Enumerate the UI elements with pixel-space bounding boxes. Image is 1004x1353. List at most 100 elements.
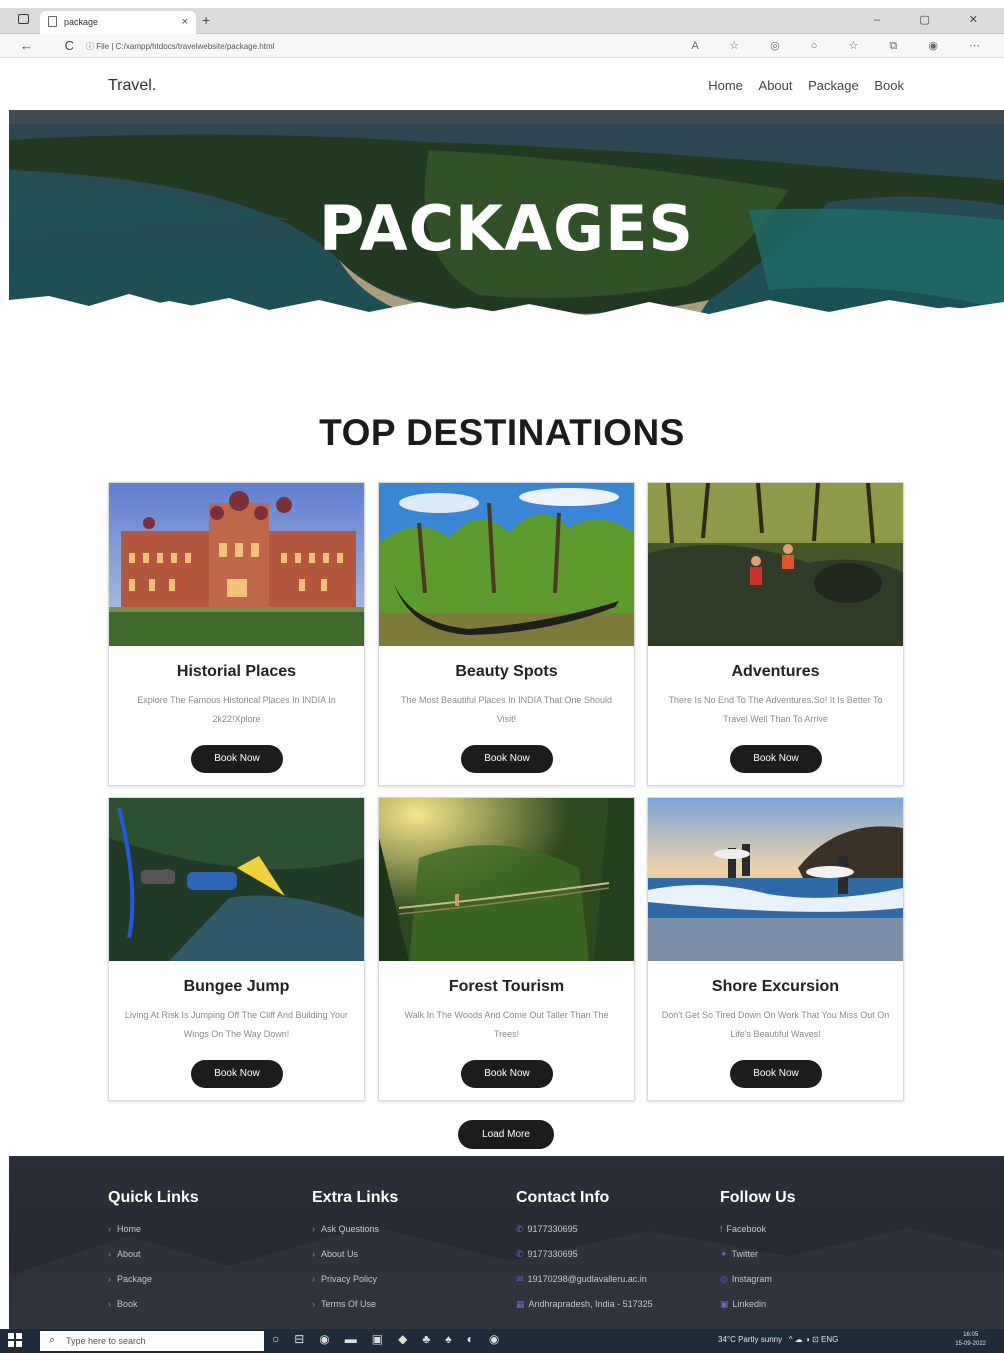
- link-label[interactable]: Privacy Policy: [321, 1274, 377, 1284]
- contact-address: ▦ Andhrapradesh, India - 517325: [516, 1292, 653, 1317]
- tray-icons[interactable]: ^ ☁ ◑ ⊡ ENG: [789, 1335, 839, 1344]
- footer-link-ask-questions[interactable]: › Ask Questions: [312, 1217, 398, 1242]
- chevron-right-icon: ›: [108, 1224, 111, 1234]
- package-card-forest: Forest Tourism Walk In The Woods And Com…: [378, 797, 635, 1101]
- chevron-right-icon: ›: [312, 1249, 315, 1259]
- nav-about[interactable]: About: [759, 78, 793, 93]
- card-description: There Is No End To The Adventures.So! It…: [668, 695, 883, 724]
- card-title: Adventures: [731, 663, 820, 680]
- link-label[interactable]: Book: [117, 1299, 138, 1309]
- link-label[interactable]: Terms Of Use: [321, 1299, 376, 1309]
- taskbar-clock[interactable]: 16:05 15-09-2022: [955, 1331, 986, 1349]
- chevron-right-icon: ›: [108, 1299, 111, 1309]
- package-card-historical: Historial Places Explore The Famous Hist…: [108, 482, 365, 786]
- contact-text[interactable]: 19170298@gudlavalleru.ac.in: [528, 1274, 647, 1284]
- footer-link-home[interactable]: › Home: [108, 1217, 199, 1242]
- hero-banner: PACKAGES: [9, 110, 1004, 355]
- url-text[interactable]: C:/xampp/htdocs/travelwebsite/package.ht…: [116, 42, 275, 51]
- footer-link-book[interactable]: › Book: [108, 1292, 199, 1317]
- card-description: Don't Get So Tired Down On Work That You…: [661, 1010, 890, 1039]
- new-tab-button[interactable]: +: [202, 12, 210, 28]
- search-placeholder: Type here to search: [66, 1336, 146, 1346]
- browser-tab-bar: package × + – ▢ ✕: [0, 8, 1004, 34]
- nav-package[interactable]: Package: [808, 78, 859, 93]
- link-label[interactable]: Facebook: [727, 1224, 767, 1234]
- extra-links-title: Extra Links: [312, 1189, 399, 1206]
- nav-book[interactable]: Book: [874, 78, 904, 93]
- windows-start-icon[interactable]: [8, 1333, 22, 1347]
- contact-text[interactable]: 9177330695: [528, 1249, 578, 1259]
- footer-link-about-us[interactable]: › About Us: [312, 1242, 398, 1267]
- url-field[interactable]: ⓘ File | C:/xampp/htdocs/travelwebsite/p…: [86, 41, 274, 52]
- nav-home[interactable]: Home: [708, 78, 743, 93]
- envelope-icon: ✉: [516, 1274, 524, 1284]
- footer-link-package[interactable]: › Package: [108, 1267, 199, 1292]
- clock-time: 16:05: [963, 1332, 979, 1338]
- book-now-button[interactable]: Book Now: [461, 745, 553, 773]
- card-description: Explore The Famous Historical Places In …: [137, 695, 336, 724]
- browser-toolbar-icons[interactable]: A ☆ ◎ ○ ☆ ⧉ ◉ ⋯: [691, 39, 994, 53]
- card-title: Beauty Spots: [455, 663, 558, 680]
- clock-date: 15-09-2022: [955, 1341, 986, 1347]
- book-now-button[interactable]: Book Now: [730, 745, 822, 773]
- contact-text[interactable]: 9177330695: [528, 1224, 578, 1234]
- follow-us-column: Follow Us f Facebook ✦ Twitter ◎ Instagram …: [720, 1189, 796, 1317]
- package-card-beauty: Beauty Spots The Most Beautiful Places I…: [378, 482, 635, 786]
- contact-info-column: Contact Info ✆ 9177330695 ✆ 9177330695 ✉ 19…: [516, 1189, 653, 1317]
- link-label[interactable]: Package: [117, 1274, 152, 1284]
- extra-links-column: Extra Links › Ask Questions › About Us › Pr…: [312, 1189, 398, 1317]
- site-header: Travel. Home About Package Book: [9, 60, 1004, 110]
- chevron-right-icon: ›: [312, 1299, 315, 1309]
- contact-phone-2[interactable]: ✆ 9177330695: [516, 1242, 653, 1267]
- site-footer: Quick Links › Home › About › Package › Book …: [9, 1156, 1004, 1329]
- link-label[interactable]: Twitter: [732, 1249, 759, 1259]
- map-icon: ▦: [516, 1299, 525, 1309]
- contact-phone-1[interactable]: ✆ 9177330695: [516, 1217, 653, 1242]
- close-tab-icon[interactable]: ×: [182, 16, 188, 28]
- facebook-icon: f: [720, 1224, 723, 1234]
- taskbar-app-icons[interactable]: ○⊟◉▬▣◆♣♠◐◉: [272, 1332, 514, 1346]
- footer-link-about[interactable]: › About: [108, 1242, 199, 1267]
- book-now-button[interactable]: Book Now: [191, 1060, 283, 1088]
- social-linkedin[interactable]: ▣ Linkedin: [720, 1292, 796, 1317]
- hero-title: PACKAGES: [318, 192, 695, 265]
- link-label[interactable]: Linkedin: [733, 1299, 767, 1309]
- footer-link-terms[interactable]: › Terms Of Use: [312, 1292, 398, 1317]
- card-title: Forest Tourism: [448, 978, 565, 995]
- link-label[interactable]: About: [117, 1249, 141, 1259]
- back-refresh-icons[interactable]: ← C: [20, 38, 88, 53]
- link-label[interactable]: Ask Questions: [321, 1224, 379, 1234]
- browser-tab[interactable]: package ×: [40, 11, 196, 34]
- link-label[interactable]: About Us: [321, 1249, 358, 1259]
- social-facebook[interactable]: f Facebook: [720, 1217, 796, 1242]
- weather-text[interactable]: 34°C Partly sunny: [718, 1335, 782, 1344]
- window-controls[interactable]: – ▢ ✕: [874, 13, 996, 26]
- contact-email[interactable]: ✉ 19170298@gudlavalleru.ac.in: [516, 1267, 653, 1292]
- site-nav: Home About Package Book: [696, 78, 904, 93]
- social-instagram[interactable]: ◎ Instagram: [720, 1267, 796, 1292]
- page-icon: [48, 16, 57, 27]
- book-now-button[interactable]: Book Now: [730, 1060, 822, 1088]
- instagram-icon: ◎: [720, 1274, 728, 1284]
- site-logo[interactable]: Travel.: [108, 77, 156, 95]
- follow-us-title: Follow Us: [720, 1189, 796, 1206]
- link-label[interactable]: Instagram: [732, 1274, 772, 1284]
- file-info-icon[interactable]: ⓘ File |: [86, 42, 113, 51]
- link-label[interactable]: Home: [117, 1224, 141, 1234]
- contact-text: Andhrapradesh, India - 517325: [528, 1299, 653, 1309]
- search-icon: ⌕: [49, 1334, 56, 1346]
- book-now-button[interactable]: Book Now: [461, 1060, 553, 1088]
- taskbar-search-input[interactable]: ⌕ Type here to search: [40, 1331, 264, 1351]
- card-description: Walk In The Woods And Come Out Taller Th…: [404, 1010, 609, 1039]
- load-more-button[interactable]: Load More: [458, 1120, 554, 1149]
- window-menu-icon[interactable]: [18, 14, 29, 24]
- system-tray[interactable]: 34°C Partly sunny ^ ☁ ◑ ⊡ ENG: [718, 1335, 838, 1344]
- footer-link-privacy[interactable]: › Privacy Policy: [312, 1267, 398, 1292]
- card-title: Shore Excursion: [711, 978, 840, 995]
- card-image-surf: [648, 798, 903, 961]
- book-now-button[interactable]: Book Now: [191, 745, 283, 773]
- card-image-palace: [109, 483, 364, 646]
- quick-links-title: Quick Links: [108, 1189, 199, 1206]
- card-image-backwaters: [379, 483, 634, 646]
- social-twitter[interactable]: ✦ Twitter: [720, 1242, 796, 1267]
